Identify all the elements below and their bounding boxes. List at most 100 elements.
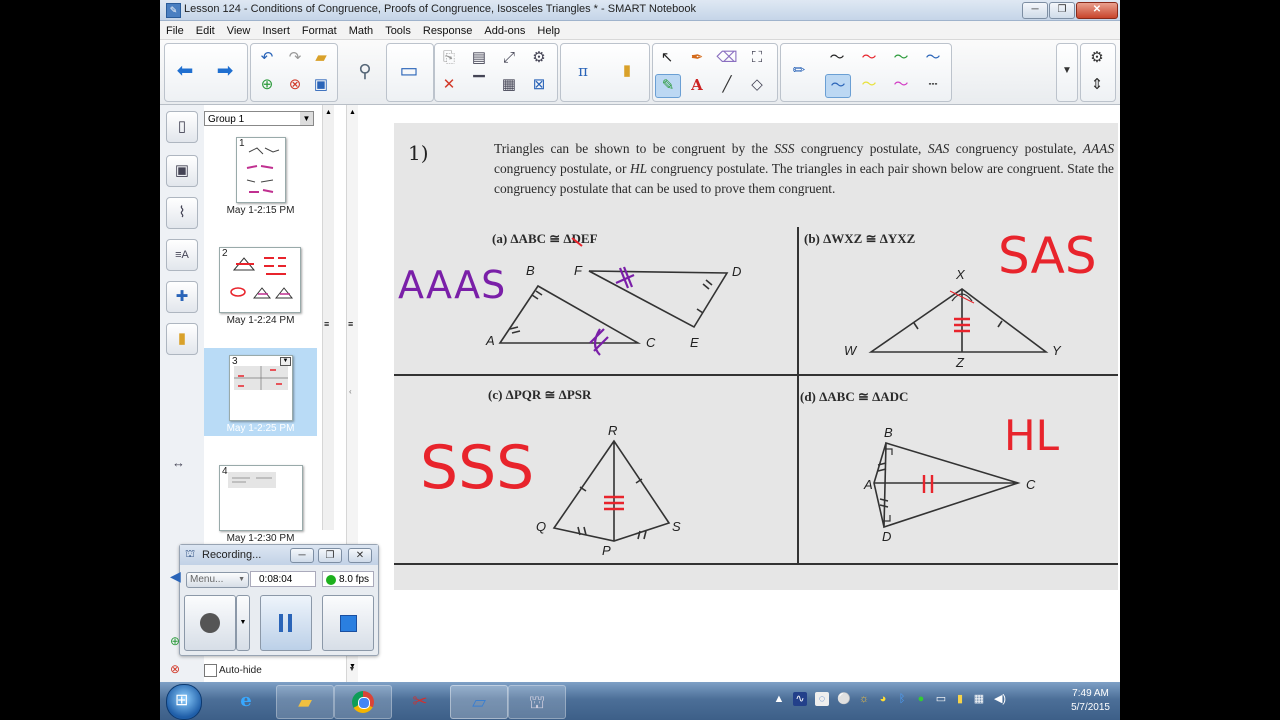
shapes-icon[interactable]: ◇: [745, 74, 769, 96]
scroll-up-icon[interactable]: ▲: [349, 109, 356, 116]
close-box-icon[interactable]: ⊠: [527, 74, 551, 96]
scroll-left-icon[interactable]: ‹: [349, 387, 352, 396]
next-page-icon[interactable]: ➡: [213, 60, 237, 82]
recorder-minimize-button[interactable]: ─: [290, 548, 314, 563]
pen-style-blue-icon[interactable]: 〜: [921, 47, 945, 69]
smart-notebook-taskbar-icon[interactable]: ▱: [450, 685, 508, 719]
notebook-canvas[interactable]: ▲ ≡ ‹ ▼ 1) Triangles can be shown to be …: [346, 105, 1120, 682]
chevron-down-icon[interactable]: ▼: [300, 112, 313, 125]
pen-style-magenta-icon[interactable]: 〜: [889, 74, 913, 96]
pen-type-icon[interactable]: ✏: [787, 60, 811, 82]
previous-page-icon[interactable]: ⬅: [173, 60, 197, 82]
math-tools-icon[interactable]: π: [571, 60, 595, 82]
fill-icon[interactable]: ⛶: [745, 47, 769, 69]
menu-file[interactable]: File: [160, 23, 190, 37]
scroll-grip-icon[interactable]: ≡: [348, 319, 353, 329]
scroll-grip-icon[interactable]: ≡: [324, 319, 329, 329]
chrome-icon[interactable]: [334, 685, 392, 719]
highlighter-yellow-icon[interactable]: 〜: [857, 74, 881, 96]
menu-response[interactable]: Response: [417, 23, 479, 37]
recorder-close-button[interactable]: ✕: [348, 548, 372, 563]
menu-tools[interactable]: Tools: [379, 23, 417, 37]
bluetooth-icon[interactable]: ᛒ: [895, 692, 909, 706]
maximize-button[interactable]: ❐: [1049, 2, 1075, 19]
menu-format[interactable]: Format: [296, 23, 343, 37]
properties-tab-icon[interactable]: ≡A: [166, 239, 198, 271]
lesson-activity-tab-icon[interactable]: ▮: [166, 323, 198, 355]
undo-icon[interactable]: ↶: [255, 47, 279, 69]
pen-style-thick-blue-icon[interactable]: 〜: [825, 74, 851, 98]
pen-style-red-icon[interactable]: 〜: [857, 47, 881, 69]
screen-shade-icon[interactable]: ▭: [397, 60, 421, 82]
paste-icon[interactable]: ⎘: [437, 47, 461, 69]
magic-pen-icon[interactable]: ✒: [685, 47, 709, 69]
menu-insert[interactable]: Insert: [256, 23, 296, 37]
pen-style-dashed-icon[interactable]: ┄: [921, 74, 945, 96]
autohide-checkbox[interactable]: [204, 664, 217, 677]
toolbar-position-icon[interactable]: ⇕: [1085, 74, 1109, 96]
tray-app-icon[interactable]: ▭: [934, 692, 948, 706]
text-icon[interactable]: A: [685, 74, 709, 96]
menu-math[interactable]: Math: [343, 23, 379, 37]
show-hide-icon[interactable]: ▔: [467, 74, 491, 96]
record-options-button[interactable]: ▼: [236, 595, 250, 651]
tray-app-icon[interactable]: ▮: [953, 692, 967, 706]
menu-edit[interactable]: Edit: [190, 23, 221, 37]
properties-icon[interactable]: ⚙: [527, 47, 551, 69]
pen-style-green-icon[interactable]: 〜: [889, 47, 913, 69]
system-clock[interactable]: 7:49 AM 5/7/2015: [1071, 687, 1110, 715]
internet-explorer-icon[interactable]: e: [218, 685, 274, 717]
gallery-icon[interactable]: ▣: [166, 155, 198, 187]
full-screen-icon[interactable]: ⤢: [497, 47, 521, 69]
add-page-icon[interactable]: ⊕: [255, 74, 279, 96]
delete-page-icon[interactable]: ⊗: [283, 74, 307, 96]
recorder-taskbar-icon[interactable]: ⛫: [508, 685, 566, 719]
volume-icon[interactable]: ◀): [993, 692, 1007, 706]
page-sorter-icon[interactable]: ▯: [166, 111, 198, 143]
recorder-restore-button[interactable]: ❐: [318, 548, 342, 563]
select-icon[interactable]: ↖: [655, 47, 679, 69]
group-select[interactable]: Group 1 ▼: [204, 111, 314, 126]
delete-icon[interactable]: ✕: [437, 74, 461, 96]
resize-arrows-icon[interactable]: ↔: [172, 455, 185, 470]
tray-app-icon[interactable]: ☼: [857, 692, 871, 706]
tray-app-icon[interactable]: ⚪: [837, 692, 851, 706]
table-icon[interactable]: ▦: [497, 74, 521, 96]
close-button[interactable]: ✕: [1076, 2, 1118, 19]
snipping-tool-icon[interactable]: ✂: [392, 685, 448, 717]
redo-icon[interactable]: ↷: [283, 47, 307, 69]
pause-button[interactable]: [260, 595, 312, 651]
eraser-icon[interactable]: ⌫: [715, 47, 739, 69]
screen-capture-icon[interactable]: ▤: [467, 47, 491, 69]
page-thumbnail-3[interactable]: 3 ▼ May 1-2:25 PM: [204, 348, 317, 436]
file-explorer-icon[interactable]: ▰: [276, 685, 334, 719]
smart-notebook-app-icon[interactable]: ✎: [166, 3, 181, 18]
menu-view[interactable]: View: [221, 23, 257, 37]
stop-button[interactable]: [322, 595, 374, 651]
gear-icon[interactable]: ⚙: [1085, 47, 1109, 69]
line-icon[interactable]: ╱: [715, 74, 739, 96]
document-camera-icon[interactable]: ⚲: [353, 60, 377, 82]
open-file-icon[interactable]: ▰: [309, 47, 333, 69]
delete-icon[interactable]: ⊗: [170, 662, 180, 676]
pen-style-black-icon[interactable]: 〜: [825, 47, 849, 69]
pen-icon[interactable]: ✎: [655, 74, 681, 98]
menu-addons[interactable]: Add-ons: [478, 23, 531, 37]
save-icon[interactable]: ▣: [309, 74, 333, 96]
tray-app-icon[interactable]: ●: [914, 692, 928, 706]
lesson-activity-icon[interactable]: ▮: [615, 60, 639, 82]
tray-app-icon[interactable]: ∿: [793, 692, 807, 706]
scroll-up-icon[interactable]: ▲: [325, 109, 332, 116]
tray-expand-icon[interactable]: ▲: [772, 692, 786, 706]
page-thumbnail-1[interactable]: 1 May 1-2:15 PM: [204, 135, 317, 227]
network-icon[interactable]: ▦: [972, 692, 986, 706]
menu-help[interactable]: Help: [531, 23, 566, 37]
page-thumbnail-4[interactable]: 4 May 1-2:30 PM: [204, 463, 317, 555]
add-icon[interactable]: ⊕: [170, 634, 180, 648]
page-thumbnail-2[interactable]: 2 May 1-2:24 PM: [204, 245, 317, 337]
start-button[interactable]: ⊞: [166, 684, 202, 720]
minimize-button[interactable]: ─: [1022, 2, 1048, 19]
page-sorter-scrollbar[interactable]: ▲ ≡: [322, 105, 334, 530]
chevron-down-icon[interactable]: ▼: [280, 357, 291, 366]
chevron-down-icon[interactable]: ▼: [1055, 60, 1079, 82]
